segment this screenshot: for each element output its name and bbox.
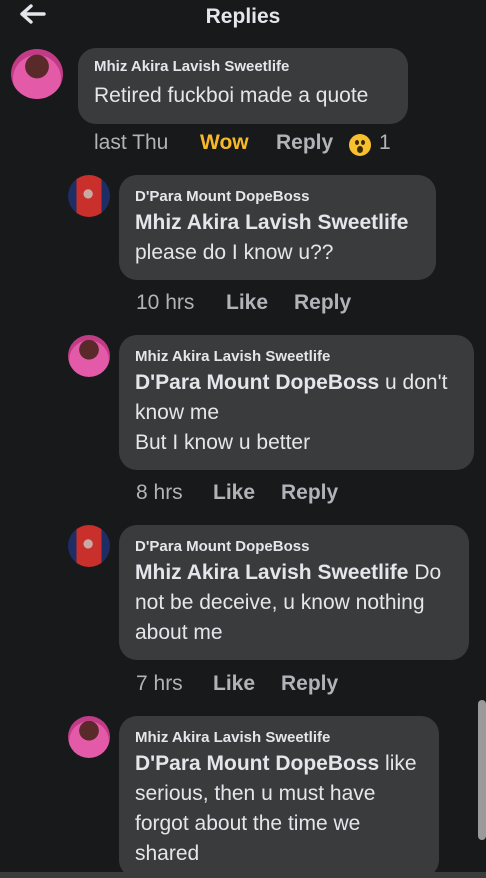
comment-time: last Thu <box>94 131 169 154</box>
like-button[interactable]: Like <box>213 672 255 696</box>
reply-text-line: please do I know u?? <box>135 241 334 264</box>
reply-text-line: D'Para Mount DopeBoss u don't <box>135 368 447 398</box>
reply-text-line: shared <box>135 842 200 865</box>
reply-bubble[interactable]: D'Para Mount DopeBoss Mhiz Akira Lavish … <box>119 175 436 280</box>
avatar[interactable] <box>68 716 110 758</box>
reply-button[interactable]: Reply <box>281 481 338 505</box>
reply-text-fragment: like <box>379 752 417 775</box>
reply-button[interactable]: Reply <box>276 131 333 155</box>
reply-author[interactable]: D'Para Mount DopeBoss <box>135 538 309 555</box>
top-bar: Replies <box>0 0 486 36</box>
like-button[interactable]: Like <box>213 481 255 505</box>
reaction-label[interactable]: Wow <box>200 131 249 155</box>
avatar[interactable] <box>68 525 110 567</box>
reply-author[interactable]: D'Para Mount DopeBoss <box>135 188 309 205</box>
reaction-count[interactable]: 1 <box>379 131 391 155</box>
avatar[interactable] <box>68 335 110 377</box>
avatar[interactable] <box>68 175 110 217</box>
reply-time: 10 hrs <box>136 291 195 314</box>
reply-text-line: Mhiz Akira Lavish Sweetlife Do <box>135 558 441 588</box>
reply-button[interactable]: Reply <box>294 291 351 315</box>
mention-link[interactable]: D'Para Mount DopeBoss <box>135 371 379 394</box>
page-title: Replies <box>205 5 281 28</box>
reply-text-line: Mhiz Akira Lavish Sweetlife <box>135 208 408 238</box>
comment-text: Retired fuckboi made a quote <box>94 84 369 107</box>
mention-link[interactable]: Mhiz Akira Lavish Sweetlife <box>135 561 408 584</box>
reply-bubble[interactable]: Mhiz Akira Lavish Sweetlife D'Para Mount… <box>119 716 439 878</box>
like-button[interactable]: Like <box>226 291 268 315</box>
reply-bubble[interactable]: Mhiz Akira Lavish Sweetlife D'Para Mount… <box>119 335 474 470</box>
reply-bubble[interactable]: D'Para Mount DopeBoss Mhiz Akira Lavish … <box>119 525 469 660</box>
avatar[interactable] <box>11 49 63 99</box>
mention-link[interactable]: D'Para Mount DopeBoss <box>135 752 379 775</box>
bottom-divider <box>0 872 486 878</box>
reply-text-line: But I know u better <box>135 431 311 454</box>
reply-text-line: not be deceive, u know nothing <box>135 591 425 614</box>
reply-author[interactable]: Mhiz Akira Lavish Sweetlife <box>135 729 330 746</box>
reply-text-line: serious, then u must have <box>135 782 376 805</box>
comment-bubble[interactable]: Mhiz Akira Lavish Sweetlife Retired fuck… <box>78 48 408 124</box>
reply-time: 7 hrs <box>136 672 183 695</box>
reply-button[interactable]: Reply <box>281 672 338 696</box>
reply-text-line: know me <box>135 401 220 424</box>
scrollbar[interactable] <box>478 700 486 840</box>
reply-text-fragment: Do <box>408 561 442 584</box>
reply-time: 8 hrs <box>136 481 183 504</box>
reply-text-line: forgot about the time we <box>135 812 361 835</box>
reply-text-fragment: u don't <box>379 371 448 394</box>
mention-link[interactable]: Mhiz Akira Lavish Sweetlife <box>135 211 408 234</box>
comment-author[interactable]: Mhiz Akira Lavish Sweetlife <box>94 58 289 75</box>
reply-text-line: about me <box>135 621 223 644</box>
reply-text-line: D'Para Mount DopeBoss like <box>135 749 417 779</box>
wow-reaction-icon[interactable] <box>349 134 371 156</box>
reply-author[interactable]: Mhiz Akira Lavish Sweetlife <box>135 348 330 365</box>
